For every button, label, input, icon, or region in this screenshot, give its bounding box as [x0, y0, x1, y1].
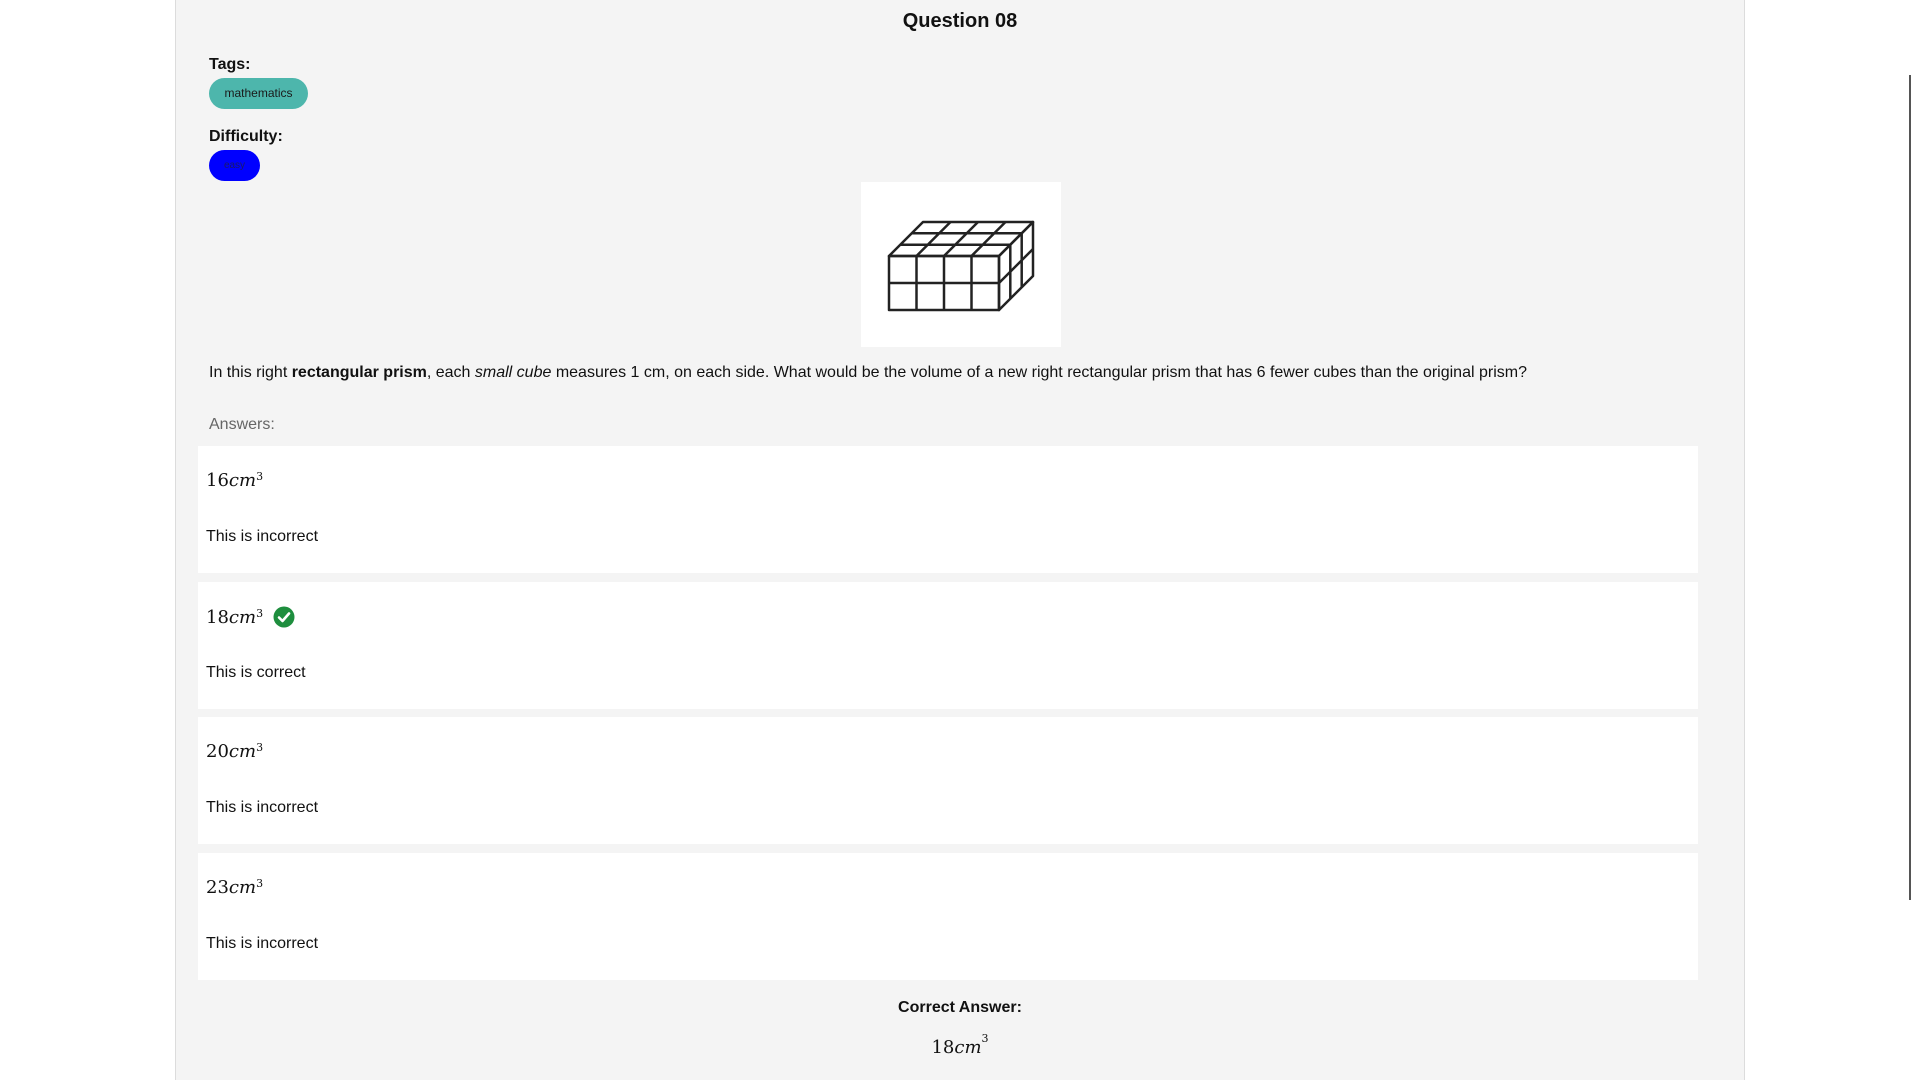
answer-value: 20 cm 3 — [206, 741, 264, 762]
answer-feedback: This is correct — [206, 664, 306, 681]
answers-label: Answers: — [209, 416, 275, 433]
question-title: Question 08 — [902, 10, 1018, 32]
vertical-scrollbar[interactable] — [1900, 0, 1920, 1080]
rectangular-prism-figure — [861, 182, 1061, 347]
question-text-part: In this right — [209, 364, 292, 381]
check-circle-icon — [273, 606, 295, 628]
answer-option[interactable]: 18 cm 3 This is correct — [198, 582, 1698, 709]
question-text-italic: small cube — [474, 364, 552, 381]
difficulty-badge[interactable]: easy — [209, 150, 260, 181]
correct-answer-label: Correct Answer: — [898, 999, 1022, 1016]
answer-feedback: This is incorrect — [206, 528, 319, 545]
question-text-bold: rectangular prism — [291, 364, 427, 381]
difficulty-label: Difficulty: — [209, 128, 283, 145]
answer-value: 16 cm 3 — [206, 470, 264, 491]
answer-value: 23 cm 3 — [206, 877, 264, 898]
answer-option[interactable]: 20 cm 3 This is incorrect — [198, 717, 1698, 844]
question-text-part: , each — [426, 364, 475, 381]
answer-feedback: This is incorrect — [206, 799, 319, 816]
question-card: Question 08 Tags: mathematics Difficulty… — [175, 0, 1745, 1080]
tags-label: Tags: — [209, 56, 251, 73]
answer-option[interactable]: 16 cm 3 This is incorrect — [198, 446, 1698, 573]
question-text-part: measures 1 cm, on each side. What would … — [551, 364, 1527, 381]
answer-value: 18 cm 3 — [206, 606, 295, 628]
question-text: In this right rectangular prism, each sm… — [209, 363, 1689, 383]
answer-feedback: This is incorrect — [206, 935, 319, 952]
rectangular-prism-cubes-figure-icon — [887, 220, 1035, 312]
correct-answer-value: 18cm3 — [931, 1032, 989, 1058]
scrollbar-thumb[interactable] — [1909, 75, 1911, 900]
tag-badge[interactable]: mathematics — [209, 78, 308, 109]
answer-option[interactable]: 23 cm 3 This is incorrect — [198, 853, 1698, 980]
